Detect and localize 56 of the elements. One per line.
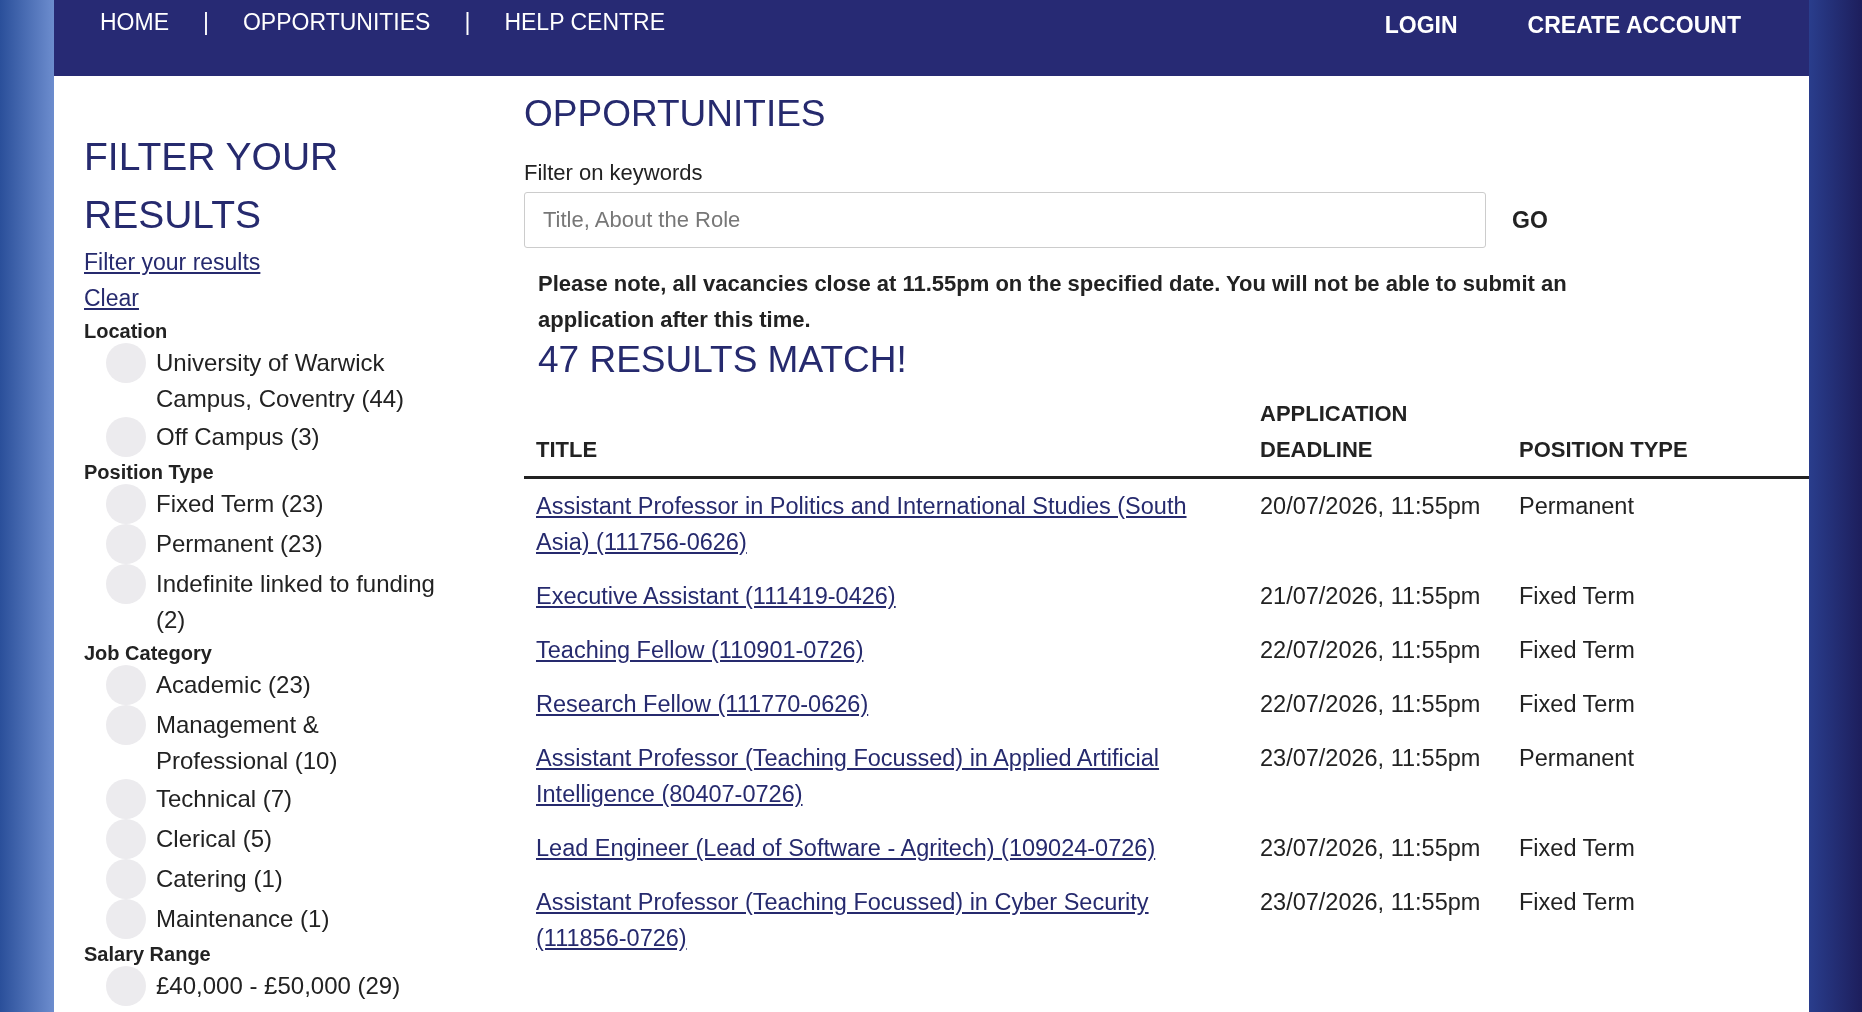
filter-option-label: University of Warwick Campus, Coventry (44) [156, 348, 406, 414]
filter-option-label: Indefinite linked to funding (2) [156, 569, 436, 635]
table-cell-text: Fixed Term [1518, 582, 1636, 611]
page-title: OPPORTUNITIES [524, 92, 827, 136]
table-cell-text: 22/07/2026, 11:55pm [1259, 636, 1482, 665]
vacancy-link[interactable]: Assistant Professor (Teaching Focussed) in Applied Artificial Intelligence (80407-0726) [536, 740, 1206, 812]
filter-link[interactable]: Filter your results [84, 244, 261, 280]
vacancy-link[interactable]: Lead Engineer (Lead of Software - Agritech) (109024-0726) [536, 830, 1156, 866]
field-label: Filter on keywords [524, 160, 703, 186]
closing-note: Please note, all vacancies close at 11.55pm on the specified date. You will not be able to submit an application after this time. [538, 270, 1568, 334]
filter-link[interactable]: Clear [84, 280, 139, 316]
table-cell-text: Fixed Term [1518, 636, 1636, 665]
account-link[interactable]: CREATE ACCOUNT [1527, 12, 1741, 39]
sidebar-title: FILTER YOUR RESULTS [84, 134, 340, 238]
filter-option-label: Catering (1) [156, 864, 284, 894]
results-count: 47 RESULTS MATCH! [538, 338, 907, 382]
filter-group-label: Position Type [84, 461, 214, 484]
go-button[interactable]: GO [1508, 202, 1552, 238]
filter-option-label: Technical (7) [156, 784, 294, 814]
filter-option-label: Maintenance (1) [156, 904, 331, 934]
filter-option-label: £40,000 - £50,000 (29) [156, 971, 402, 1001]
nav-separator: | [464, 9, 471, 36]
filter-option-label: Management & Professional (10) [156, 710, 339, 776]
table-cell-text: Fixed Term [1518, 690, 1636, 719]
filter-option-label: Fixed Term (23) [156, 489, 325, 519]
account-link[interactable]: LOGIN [1384, 12, 1458, 39]
filter-group-label: Job Category [84, 642, 212, 665]
filter-option-label: Clerical (5) [156, 824, 273, 854]
table-cell-text: Fixed Term [1518, 888, 1636, 917]
column-header: APPLICATION DEADLINE [1248, 396, 1507, 478]
table-cell-text: 23/07/2026, 11:55pm [1259, 888, 1482, 917]
table-cell-text: 23/07/2026, 11:55pm [1259, 744, 1482, 773]
column-header: POSITION TYPE [1507, 396, 1809, 478]
filter-option-label: Permanent (23) [156, 529, 324, 559]
table-cell-text: Permanent [1518, 744, 1635, 773]
table-cell: 20/07/2026, 11:55pm [1248, 477, 1507, 569]
table-cell-text: 21/07/2026, 11:55pm [1259, 582, 1482, 611]
nav-link[interactable]: HELP CENTRE [504, 9, 666, 36]
filter-option-label: Academic (23) [156, 670, 312, 700]
table-cell-text: 22/07/2026, 11:55pm [1259, 690, 1482, 719]
vacancy-link[interactable]: Executive Assistant (111419-0426) [536, 578, 896, 614]
vacancy-link[interactable]: Assistant Professor in Politics and International Studies (South Asia) (111756-0626) [536, 488, 1206, 560]
nav-link[interactable]: OPPORTUNITIES [243, 9, 431, 36]
table-cell: Permanent [1507, 477, 1809, 569]
table-cell-text: Fixed Term [1518, 834, 1636, 863]
column-header: TITLE [524, 396, 1248, 478]
table-cell-text: 23/07/2026, 11:55pm [1259, 834, 1482, 863]
nav-separator: | [203, 9, 209, 36]
vacancy-link[interactable]: Research Fellow (111770-0626) [536, 686, 869, 722]
keyword-search-field[interactable]: Title, About the Role [524, 192, 1486, 248]
filter-group-label: Location [84, 320, 168, 343]
vacancy-link[interactable]: Teaching Fellow (110901-0726) [536, 632, 864, 668]
filter-group-label: Salary Range [84, 943, 211, 966]
nav-link[interactable]: HOME [100, 9, 169, 36]
vacancy-link[interactable]: Assistant Professor (Teaching Focussed) in Cyber Security (111856-0726) [536, 884, 1206, 956]
filter-option-label: Off Campus (3) [156, 422, 321, 452]
